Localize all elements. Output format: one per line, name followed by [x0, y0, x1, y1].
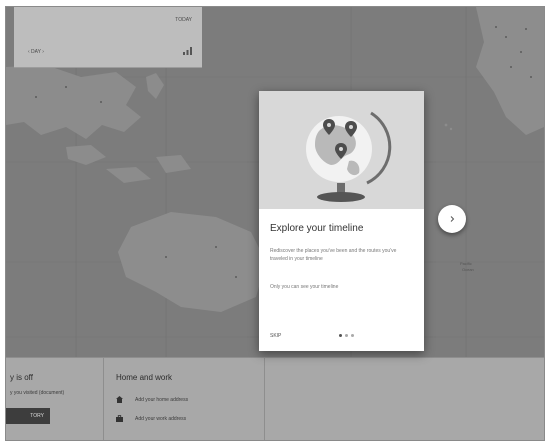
dialog-description: Rediscover the places you've been and th…	[270, 248, 397, 262]
add-work-label: Add your work address	[135, 415, 187, 422]
location-history-button[interactable]: TORY	[6, 408, 50, 424]
location-history-title: y is off	[10, 373, 33, 382]
skip-button[interactable]: SKIP	[270, 333, 281, 339]
bottom-panels: y is off y you visited (document) TORY H…	[6, 357, 544, 440]
globe-illustration	[259, 91, 424, 209]
add-home-label: Add your home address	[135, 396, 189, 403]
chart-icon[interactable]	[183, 47, 192, 55]
add-work-row[interactable]: Add your work address	[116, 415, 186, 422]
page-dot[interactable]	[339, 334, 342, 337]
home-icon	[116, 396, 123, 403]
location-history-panel: y is off y you visited (document) TORY	[6, 358, 104, 440]
page-dot[interactable]	[345, 334, 348, 337]
timeline-date-card: TODAY ‹ DAY ›	[14, 7, 202, 68]
privacy-note: Only you can see your timeline	[270, 284, 339, 290]
date-selector[interactable]: ‹ DAY ›	[28, 49, 44, 55]
location-history-subtitle: y you visited (document)	[10, 390, 65, 396]
onboarding-dialog: Explore your timeline Rediscover the pla…	[259, 91, 424, 351]
dialog-illustration	[259, 91, 424, 209]
home-work-panel: Home and work Add your home address Add …	[104, 358, 265, 440]
dialog-body: Explore your timeline Rediscover the pla…	[259, 209, 424, 351]
app-window: Pacific Ocean TODAY ‹ DAY › y is off y y…	[5, 6, 545, 441]
add-home-row[interactable]: Add your home address	[116, 396, 188, 403]
today-button[interactable]: TODAY	[175, 17, 192, 23]
home-work-title: Home and work	[116, 373, 173, 382]
page-dot[interactable]	[351, 334, 354, 337]
chevron-right-icon	[450, 216, 455, 222]
page-indicator	[339, 334, 354, 337]
briefcase-icon	[116, 415, 123, 422]
dialog-title: Explore your timeline	[270, 223, 364, 234]
next-button[interactable]	[438, 205, 466, 233]
